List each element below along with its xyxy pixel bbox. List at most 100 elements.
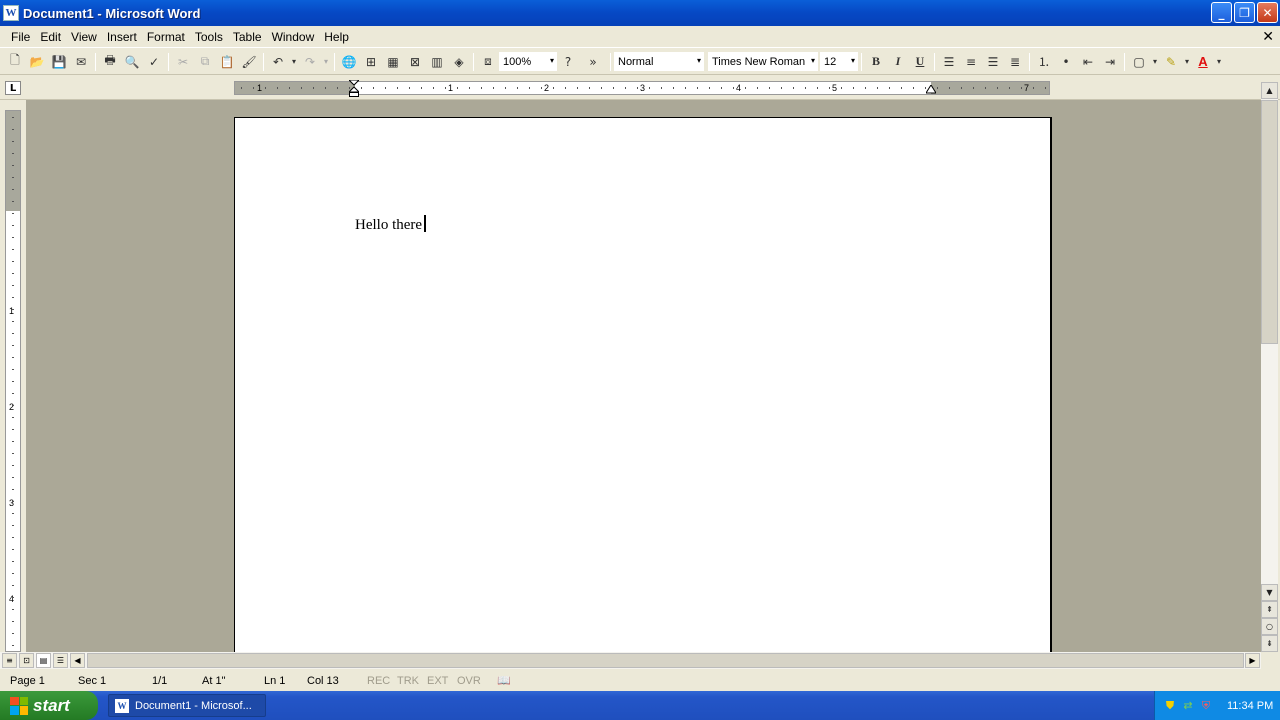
document-map-icon[interactable]: ⧈ (477, 51, 499, 73)
menu-insert[interactable]: Insert (102, 26, 142, 48)
align-center-icon[interactable]: ≡ (960, 51, 982, 73)
ruler-tick (12, 477, 14, 478)
document-text-line[interactable]: Hello there (355, 215, 426, 234)
document-text[interactable]: Hello there (355, 217, 422, 233)
open-folder-icon[interactable]: 📂 (26, 51, 48, 73)
insert-excel-icon[interactable]: ⊠ (404, 51, 426, 73)
status-ext[interactable]: EXT (427, 674, 448, 688)
font-select[interactable]: Times New Roman ▾ (708, 52, 818, 71)
ruler-tick (12, 189, 14, 190)
scroll-up-icon[interactable]: ▲ (1261, 82, 1278, 99)
justify-icon[interactable]: ≣ (1004, 51, 1026, 73)
select-browse-object-icon[interactable]: ○ (1261, 618, 1278, 635)
scroll-right-icon[interactable]: ▶ (1245, 653, 1260, 668)
status-trk[interactable]: TRK (397, 674, 419, 688)
format-painter-icon[interactable]: 🖌 (238, 51, 260, 73)
spelling-status-icon[interactable]: 📖 (497, 674, 511, 688)
status-column: Col 13 (307, 675, 339, 687)
normal-view-icon[interactable]: ≡ (2, 653, 17, 668)
menu-tools[interactable]: Tools (190, 26, 228, 48)
menu-window[interactable]: Window (267, 26, 320, 48)
permission-icon[interactable]: ✉ (70, 51, 92, 73)
redo-dropdown-icon[interactable]: ▾ (321, 51, 331, 73)
menu-table[interactable]: Table (228, 26, 267, 48)
redo-icon[interactable]: ↷ (299, 51, 321, 73)
close-button[interactable]: ✕ (1257, 2, 1278, 23)
decrease-indent-icon[interactable]: ⇤ (1077, 51, 1099, 73)
new-document-icon[interactable]: 🗋 (4, 51, 26, 73)
italic-button[interactable]: I (887, 51, 909, 73)
network-icon[interactable]: ⇄ (1181, 699, 1195, 713)
align-left-icon[interactable]: ☰ (938, 51, 960, 73)
document-page[interactable]: Hello there (234, 117, 1052, 652)
columns-icon[interactable]: ▥ (426, 51, 448, 73)
toolbar-more-icon[interactable]: » (579, 51, 607, 73)
ruler-tick (865, 87, 866, 89)
menu-edit[interactable]: Edit (35, 26, 66, 48)
vertical-scrollbar[interactable]: ▲ ▼ ⇞ ○ ⇟ (1261, 82, 1278, 652)
scroll-down-icon[interactable]: ▼ (1261, 584, 1278, 601)
ruler-tick (925, 87, 926, 89)
print-icon[interactable]: 🖶 (99, 51, 121, 73)
menu-format[interactable]: Format (142, 26, 190, 48)
web-layout-icon[interactable]: ⊡ (19, 653, 34, 668)
copy-icon[interactable]: ⧉ (194, 51, 216, 73)
clock[interactable]: 11:34 PM (1227, 700, 1273, 712)
status-ovr[interactable]: OVR (457, 674, 481, 688)
font-color-dropdown-icon[interactable]: ▾ (1214, 51, 1224, 73)
indent-marker-icon[interactable] (347, 79, 361, 97)
increase-indent-icon[interactable]: ⇥ (1099, 51, 1121, 73)
align-right-icon[interactable]: ☰ (982, 51, 1004, 73)
menu-help[interactable]: Help (319, 26, 354, 48)
title-bar[interactable]: W Document1 - Microsoft Word _ ❐ ✕ (0, 0, 1280, 26)
alert-shield-icon[interactable]: ⛨ (1199, 699, 1213, 713)
zoom-select[interactable]: 100% ▾ (499, 52, 557, 71)
ruler-tick (12, 537, 14, 538)
horizontal-ruler[interactable]: 1 1 2 3 4 5 7 (234, 79, 1050, 97)
restore-button[interactable]: ❐ (1234, 2, 1255, 23)
start-button[interactable]: start (0, 691, 98, 720)
insert-table-icon[interactable]: ▦ (382, 51, 404, 73)
underline-button[interactable]: U (909, 51, 931, 73)
right-indent-marker-icon[interactable] (925, 84, 937, 94)
hyperlink-icon[interactable]: 🌐 (338, 51, 360, 73)
scroll-left-icon[interactable]: ◀ (70, 653, 85, 668)
paste-icon[interactable]: 📋 (216, 51, 238, 73)
tables-borders-icon[interactable]: ⊞ (360, 51, 382, 73)
horizontal-scroll-thumb[interactable] (87, 653, 1244, 668)
font-color-icon[interactable]: A (1192, 51, 1214, 73)
menu-file[interactable]: File (6, 26, 35, 48)
undo-dropdown-icon[interactable]: ▾ (289, 51, 299, 73)
bold-button[interactable]: B (865, 51, 887, 73)
style-select[interactable]: Normal ▾ (614, 52, 704, 71)
document-area[interactable]: Hello there (26, 100, 1261, 652)
borders-dropdown-icon[interactable]: ▾ (1150, 51, 1160, 73)
help-icon[interactable]: ? (557, 51, 579, 73)
previous-page-icon[interactable]: ⇞ (1261, 601, 1278, 618)
taskbar-item-word[interactable]: W Document1 - Microsof... (108, 694, 266, 717)
spelling-icon[interactable]: ✓ (143, 51, 165, 73)
menu-view[interactable]: View (66, 26, 102, 48)
word-app-icon[interactable]: W (3, 5, 19, 21)
drawing-icon[interactable]: ◈ (448, 51, 470, 73)
security-shield-icon[interactable]: ⛊ (1163, 699, 1177, 713)
scroll-thumb[interactable] (1261, 100, 1278, 344)
next-page-icon[interactable]: ⇟ (1261, 635, 1278, 652)
print-layout-icon[interactable]: ▤ (36, 653, 51, 668)
numbering-icon[interactable]: ⒈ (1033, 51, 1055, 73)
highlight-dropdown-icon[interactable]: ▾ (1182, 51, 1192, 73)
save-icon[interactable]: 💾 (48, 51, 70, 73)
status-rec[interactable]: REC (367, 674, 390, 688)
bullets-icon[interactable]: • (1055, 51, 1077, 73)
undo-icon[interactable]: ↶ (267, 51, 289, 73)
vertical-ruler[interactable]: 1 2 3 4 (5, 110, 21, 652)
print-preview-icon[interactable]: 🔍 (121, 51, 143, 73)
cut-icon[interactable]: ✂ (172, 51, 194, 73)
minimize-button[interactable]: _ (1211, 2, 1232, 23)
highlight-icon[interactable]: ✎ (1160, 51, 1182, 73)
tab-selector[interactable]: L (5, 81, 21, 95)
font-size-select[interactable]: 12 ▾ (820, 52, 858, 71)
document-close-icon[interactable]: ✕ (1262, 29, 1274, 45)
borders-icon[interactable]: ▢ (1128, 51, 1150, 73)
outline-view-icon[interactable]: ☰ (53, 653, 68, 668)
